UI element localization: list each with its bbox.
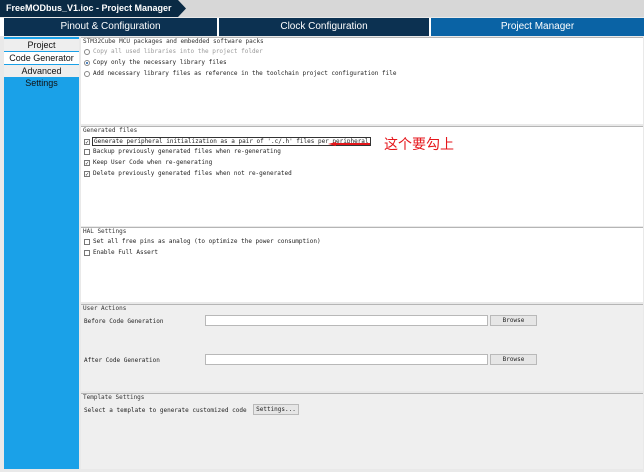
option-add-library-reference[interactable]: Add necessary library files as reference… bbox=[84, 70, 396, 77]
option-delete-previous-files[interactable]: ✓ Delete previously generated files when… bbox=[84, 170, 292, 177]
before-browse-button[interactable]: Browse bbox=[490, 315, 537, 326]
hal-settings-title: HAL Settings bbox=[83, 228, 127, 235]
after-code-generation-label: After Code Generation bbox=[84, 357, 160, 364]
option-label: Enable Full Assert bbox=[93, 249, 159, 256]
option-label: Add necessary library files as reference… bbox=[93, 70, 397, 77]
option-label: Delete previously generated files when n… bbox=[93, 170, 292, 177]
template-settings-title: Template Settings bbox=[83, 394, 145, 401]
user-actions-group: User Actions Before Code Generation Brow… bbox=[81, 304, 643, 391]
tab-clock-configuration[interactable]: Clock Configuration bbox=[219, 18, 429, 36]
before-code-generation-input[interactable] bbox=[205, 315, 488, 326]
annotation-arrow-icon bbox=[328, 142, 370, 146]
checkbox-checked-icon[interactable]: ✓ bbox=[84, 159, 90, 166]
checkbox-icon[interactable] bbox=[84, 238, 90, 245]
generated-files-group: Generated files ✓ Generate peripheral in… bbox=[81, 126, 643, 226]
tab-pinout-configuration[interactable]: Pinout & Configuration bbox=[4, 18, 217, 36]
window-title: FreeMODbus_V1.ioc - Project Manager bbox=[0, 0, 186, 17]
after-browse-button[interactable]: Browse bbox=[490, 354, 537, 365]
sidebar-item-project[interactable]: Project bbox=[4, 39, 79, 51]
annotation-text: 这个要勾上 bbox=[384, 137, 454, 153]
option-copy-all-libraries[interactable]: Copy all used libraries into the project… bbox=[84, 48, 263, 55]
sidebar-item-advanced-settings[interactable]: Advanced Settings bbox=[4, 65, 79, 88]
hal-settings-group: HAL Settings Set all free pins as analog… bbox=[81, 227, 643, 302]
title-bar: FreeMODbus_V1.ioc - Project Manager bbox=[0, 0, 644, 17]
before-code-generation-label: Before Code Generation bbox=[84, 318, 164, 325]
option-label: Copy only the necessary library files bbox=[93, 59, 227, 66]
option-free-pins-analog[interactable]: Set all free pins as analog (to optimize… bbox=[84, 238, 321, 245]
packs-group: STM32Cube MCU packages and embedded soft… bbox=[81, 37, 643, 124]
radio-icon[interactable] bbox=[84, 48, 90, 55]
tab-project-manager[interactable]: Project Manager bbox=[431, 18, 644, 36]
generated-files-title: Generated files bbox=[83, 127, 138, 134]
option-label: Keep User Code when re-generating bbox=[93, 159, 213, 166]
radio-checked-icon[interactable] bbox=[84, 59, 90, 66]
radio-icon[interactable] bbox=[84, 70, 90, 77]
checkbox-checked-icon[interactable]: ✓ bbox=[84, 138, 90, 145]
option-label: Set all free pins as analog (to optimize… bbox=[93, 238, 321, 245]
option-copy-necessary-libraries[interactable]: Copy only the necessary library files bbox=[84, 59, 227, 66]
checkbox-icon[interactable] bbox=[84, 148, 90, 155]
option-label: Backup previously generated files when r… bbox=[93, 148, 281, 155]
option-keep-user-code[interactable]: ✓ Keep User Code when re-generating bbox=[84, 159, 212, 166]
packs-group-title: STM32Cube MCU packages and embedded soft… bbox=[83, 38, 264, 45]
option-backup-generated-files[interactable]: Backup previously generated files when r… bbox=[84, 148, 281, 155]
option-label: Copy all used libraries into the project… bbox=[93, 48, 263, 55]
main-tab-bar: Pinout & Configuration Clock Configurati… bbox=[0, 18, 644, 36]
checkbox-icon[interactable] bbox=[84, 249, 90, 256]
option-enable-full-assert[interactable]: Enable Full Assert bbox=[84, 249, 158, 256]
after-code-generation-input[interactable] bbox=[205, 354, 488, 365]
sidebar-item-code-generator[interactable]: Code Generator bbox=[4, 52, 79, 64]
sidebar: Project Code Generator Advanced Settings bbox=[4, 37, 79, 469]
template-select-label: Select a template to generate customized… bbox=[84, 407, 247, 414]
template-settings-group: Template Settings Select a template to g… bbox=[81, 393, 643, 469]
checkbox-checked-icon[interactable]: ✓ bbox=[84, 170, 90, 177]
user-actions-title: User Actions bbox=[83, 305, 127, 312]
template-settings-button[interactable]: Settings... bbox=[253, 404, 299, 415]
